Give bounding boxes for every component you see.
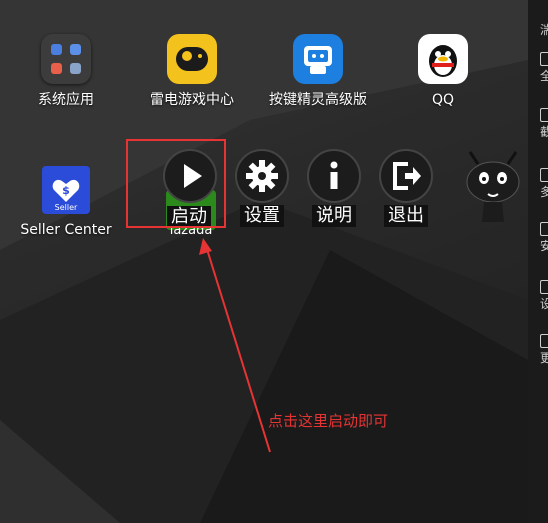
sidebar-item[interactable]: 湍 [528,6,548,40]
annotation-arrow [199,238,271,453]
annotation-text: 点击这里启动即可 [268,412,389,430]
emulator-sidebar: 湍 全 截 多 安 设 更 [528,0,548,523]
sidebar-item-label: 全 [540,69,548,83]
sidebar-icon [540,168,548,182]
sidebar-item[interactable]: 安 [528,222,548,256]
sidebar-icon [540,222,548,236]
sidebar-item-label: 设 [540,297,548,311]
sidebar-item-label: 更 [540,351,548,365]
sidebar-icon [540,52,548,66]
sidebar-icon [540,108,548,122]
sidebar-item[interactable]: 全 [528,52,548,86]
sidebar-item-label: 安 [540,239,548,253]
gear-icon [540,280,548,294]
sidebar-item[interactable]: 截 [528,108,548,142]
sidebar-item[interactable]: 更 [528,334,548,368]
sidebar-item-label: 湍 [540,23,548,37]
sidebar-item[interactable]: 设 [528,280,548,314]
sidebar-item-label: 截 [540,125,548,139]
sidebar-item[interactable]: 多 [528,168,548,202]
sidebar-item-label: 多 [540,185,548,199]
sidebar-icon [540,334,548,348]
